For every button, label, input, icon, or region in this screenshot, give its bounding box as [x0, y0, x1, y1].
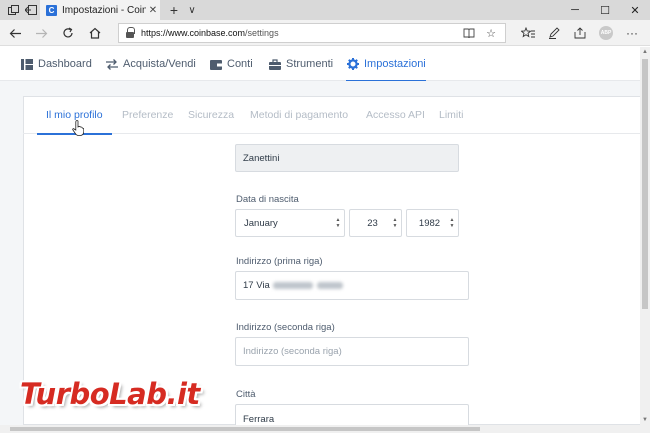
birth-day-value: 23 [367, 217, 378, 229]
birth-month-value: January [244, 217, 278, 229]
subtab-api-access[interactable]: Accesso API [366, 96, 425, 134]
nav-item-label: Conti [227, 58, 253, 70]
tab-manager-icon[interactable] [6, 3, 20, 17]
tab-title: Impostazioni - Coinbase [62, 4, 146, 16]
address2-input[interactable]: Indirizzo (seconda riga) [235, 337, 469, 366]
nav-item-label: Acquista/Vendi [123, 58, 196, 70]
redacted-text [272, 282, 313, 289]
address1-label: Indirizzo (prima riga) [236, 256, 323, 267]
window-title-bar: C Impostazioni - Coinbase ✕ + ∨ ─ ☐ ✕ [0, 0, 650, 20]
abp-badge: ABP [599, 26, 613, 40]
subtab-security[interactable]: Sicurezza [188, 96, 234, 134]
url-path: /settings [245, 28, 279, 38]
reading-view-icon[interactable] [461, 25, 477, 41]
dashboard-icon [20, 58, 33, 70]
scrollbar-thumb[interactable] [642, 59, 648, 309]
subtab-payment-methods[interactable]: Metodi di pagamento [250, 96, 348, 134]
birth-month-select[interactable]: January ▲ ▼ [235, 209, 345, 237]
address1-value: 17 Via [243, 280, 270, 291]
forward-arrow-icon[interactable] [30, 23, 52, 43]
toolbox-icon [268, 58, 281, 70]
turbolab-watermark-logo: TurboLab.it [20, 377, 200, 411]
tab-list-chevron-icon[interactable]: ∨ [184, 0, 200, 20]
adblock-plus-icon[interactable]: ABP [596, 23, 616, 43]
vertical-scrollbar[interactable]: ▲ ▼ [640, 47, 650, 425]
minimize-button[interactable]: ─ [560, 0, 590, 20]
address2-label: Indirizzo (seconda riga) [236, 322, 335, 333]
scrollbar-corner [640, 425, 650, 433]
more-options-icon[interactable]: ··· [622, 23, 642, 43]
select-arrows-icon: ▲ ▼ [449, 217, 455, 229]
hand-pointer-cursor-icon [72, 120, 84, 136]
tab-close-icon[interactable]: ✕ [146, 5, 160, 16]
birth-date-label: Data di nascita [236, 194, 299, 205]
horizontal-scrollbar[interactable] [0, 425, 640, 433]
refresh-icon[interactable] [57, 23, 79, 43]
nav-item-accounts[interactable]: Conti [209, 47, 253, 81]
lock-icon [125, 27, 135, 39]
url-text: https://www.coinbase.com/settings [141, 28, 279, 38]
last-name-field[interactable]: Zanettini [235, 144, 459, 172]
address-bar[interactable]: https://www.coinbase.com/settings ☆ [118, 23, 506, 43]
back-arrow-icon[interactable] [4, 23, 26, 43]
last-name-value: Zanettini [243, 152, 280, 164]
birth-year-select[interactable]: 1982 ▲ ▼ [406, 209, 459, 237]
subtab-limits[interactable]: Limiti [439, 96, 464, 134]
share-icon[interactable] [570, 23, 590, 43]
select-arrows-icon: ▲ ▼ [335, 217, 341, 229]
app-navigation: Dashboard Acquista/Vendi Conti Strumenti… [0, 47, 640, 82]
nav-item-tools[interactable]: Strumenti [268, 47, 333, 81]
nav-item-label: Strumenti [286, 58, 334, 70]
web-note-pen-icon[interactable] [544, 23, 564, 43]
scroll-down-arrow-icon[interactable]: ▼ [640, 415, 650, 425]
wallet-icon [209, 58, 222, 70]
browser-toolbar: https://www.coinbase.com/settings ☆ ABP … [0, 20, 650, 46]
home-icon[interactable] [84, 23, 106, 43]
city-value: Ferrara [243, 414, 275, 425]
nav-item-dashboard[interactable]: Dashboard [20, 47, 92, 81]
nav-item-label: Dashboard [38, 58, 92, 70]
nav-item-settings[interactable]: Impostazioni [346, 47, 426, 82]
swap-arrows-icon [105, 58, 118, 70]
horizontal-scrollbar-thumb[interactable] [10, 427, 480, 431]
birth-year-value: 1982 [418, 217, 441, 229]
scroll-up-arrow-icon[interactable]: ▲ [640, 47, 650, 57]
settings-subtabs: Il mio profilo Preferenze Sicurezza Meto… [23, 96, 640, 134]
browser-tab[interactable]: C Impostazioni - Coinbase ✕ [40, 0, 160, 20]
favorites-hub-icon[interactable] [518, 23, 538, 43]
favorite-star-icon[interactable]: ☆ [483, 25, 499, 41]
nav-item-label: Impostazioni [364, 58, 426, 70]
new-tab-button[interactable]: + [166, 0, 182, 20]
select-arrows-icon: ▲ ▼ [392, 217, 398, 229]
coinbase-favicon-icon: C [46, 4, 57, 16]
birth-day-select[interactable]: 23 ▲ ▼ [349, 209, 402, 237]
address2-placeholder: Indirizzo (seconda riga) [243, 346, 342, 357]
city-label: Città [236, 389, 256, 400]
nav-item-buy-sell[interactable]: Acquista/Vendi [105, 47, 196, 81]
subtab-preferences[interactable]: Preferenze [122, 96, 173, 134]
maximize-button[interactable]: ☐ [590, 0, 620, 20]
redacted-text [316, 282, 343, 289]
url-domain: https://www.coinbase.com [141, 28, 246, 38]
set-aside-tabs-icon[interactable] [24, 3, 38, 17]
gear-icon [346, 58, 359, 70]
address1-input[interactable]: 17 Via [235, 271, 469, 300]
close-window-button[interactable]: ✕ [620, 0, 650, 20]
